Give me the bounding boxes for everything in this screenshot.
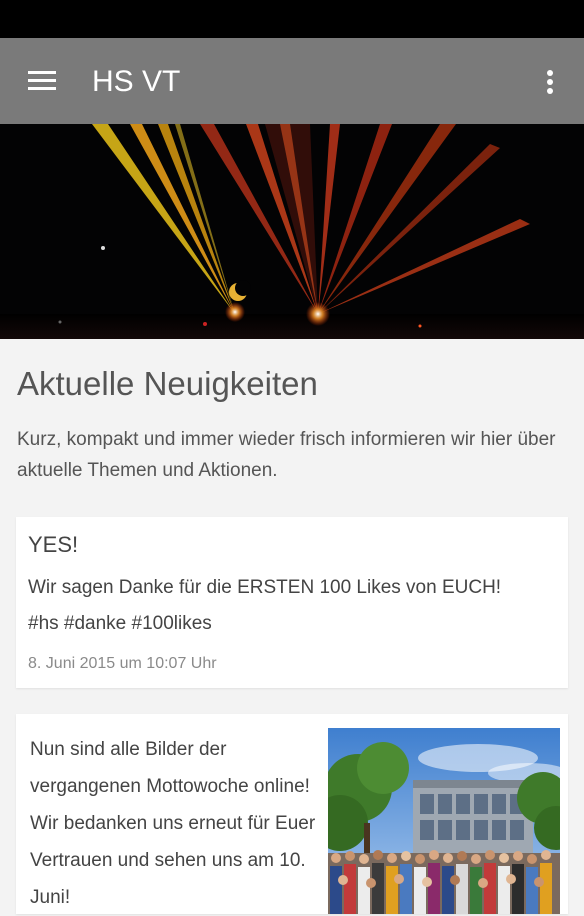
group-photo-illustration <box>328 728 560 914</box>
more-vert-icon[interactable] <box>536 64 564 100</box>
status-bar <box>0 0 584 38</box>
section-title: Aktuelle Neuigkeiten <box>17 365 318 402</box>
post-body: Nun sind alle Bilder der vergangenen Mot… <box>30 739 316 908</box>
news-card[interactable]: Nun sind alle Bilder der vergangenen Mot… <box>16 714 568 914</box>
post-hashtags: #hs #danke #100likes <box>28 613 212 634</box>
post-image[interactable] <box>328 728 560 914</box>
hero-banner-image <box>0 124 584 339</box>
section-description: Kurz, kompakt und immer wieder frisch in… <box>17 429 556 481</box>
app-title: HS VT <box>92 65 181 98</box>
post-body: Wir sagen Danke für die ERSTEN 100 Likes… <box>28 570 558 642</box>
app-bar: HS VT <box>0 38 584 124</box>
news-card[interactable]: YES! Wir sagen Danke für die ERSTEN 100 … <box>16 517 568 688</box>
post-body-line: Wir sagen Danke für die ERSTEN 100 Likes… <box>28 577 502 598</box>
post-date: 8. Juni 2015 um 10:07 Uhr <box>28 655 217 672</box>
post-title: YES! <box>28 532 79 557</box>
hamburger-menu-icon[interactable] <box>24 64 60 100</box>
laser-show-illustration <box>0 124 584 339</box>
